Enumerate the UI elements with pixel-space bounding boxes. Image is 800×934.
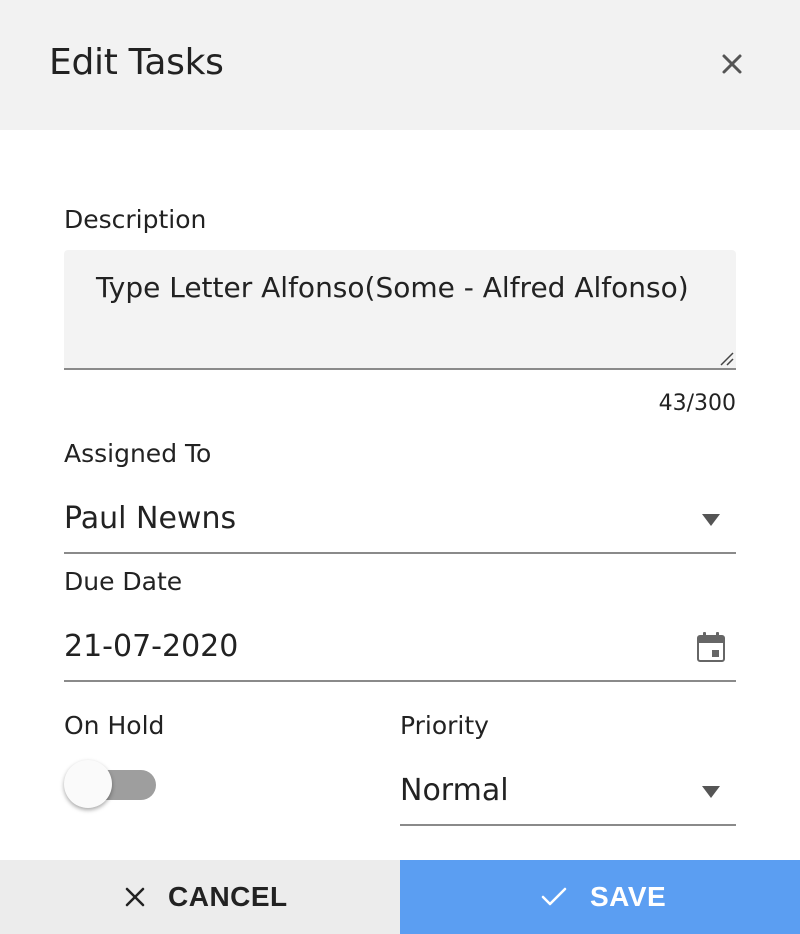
dropdown-arrow-icon bbox=[702, 786, 720, 798]
due-date-underline bbox=[64, 680, 736, 682]
close-icon bbox=[722, 54, 742, 74]
toggle-thumb bbox=[64, 760, 112, 808]
due-date-input[interactable]: 21-07-2020 bbox=[64, 622, 736, 684]
dialog-header: Edit Tasks bbox=[0, 0, 800, 130]
priority-select[interactable]: Normal bbox=[400, 766, 736, 828]
close-button[interactable] bbox=[712, 44, 752, 84]
dropdown-arrow-icon bbox=[702, 514, 720, 526]
description-char-counter: 43/300 bbox=[658, 391, 736, 416]
assigned-to-underline bbox=[64, 552, 736, 554]
due-date-label: Due Date bbox=[64, 567, 183, 596]
description-value: Type Letter Alfonso(Some - Alfred Alfons… bbox=[96, 271, 689, 304]
check-icon bbox=[541, 887, 567, 906]
description-textarea[interactable]: Type Letter Alfonso(Some - Alfred Alfons… bbox=[64, 250, 736, 370]
assigned-to-label: Assigned To bbox=[64, 439, 212, 468]
on-hold-toggle[interactable] bbox=[64, 758, 158, 810]
assigned-to-select[interactable]: Paul Newns bbox=[64, 494, 736, 556]
assigned-to-value: Paul Newns bbox=[64, 501, 237, 536]
save-button[interactable]: SAVE bbox=[400, 860, 800, 934]
priority-value: Normal bbox=[400, 773, 509, 808]
cancel-button[interactable]: CANCEL bbox=[0, 860, 400, 934]
description-label: Description bbox=[64, 205, 207, 234]
on-hold-label: On Hold bbox=[64, 711, 165, 740]
due-date-value: 21-07-2020 bbox=[64, 629, 239, 664]
edit-tasks-dialog: Edit Tasks Description Type Letter Alfon… bbox=[0, 0, 800, 934]
save-button-label: SAVE bbox=[590, 881, 667, 912]
dialog-title: Edit Tasks bbox=[49, 42, 224, 83]
resize-handle-icon[interactable] bbox=[718, 350, 734, 366]
close-icon bbox=[125, 887, 145, 907]
priority-label: Priority bbox=[400, 711, 489, 740]
cancel-button-label: CANCEL bbox=[168, 881, 288, 912]
priority-underline bbox=[400, 824, 736, 826]
calendar-icon[interactable] bbox=[696, 631, 726, 663]
